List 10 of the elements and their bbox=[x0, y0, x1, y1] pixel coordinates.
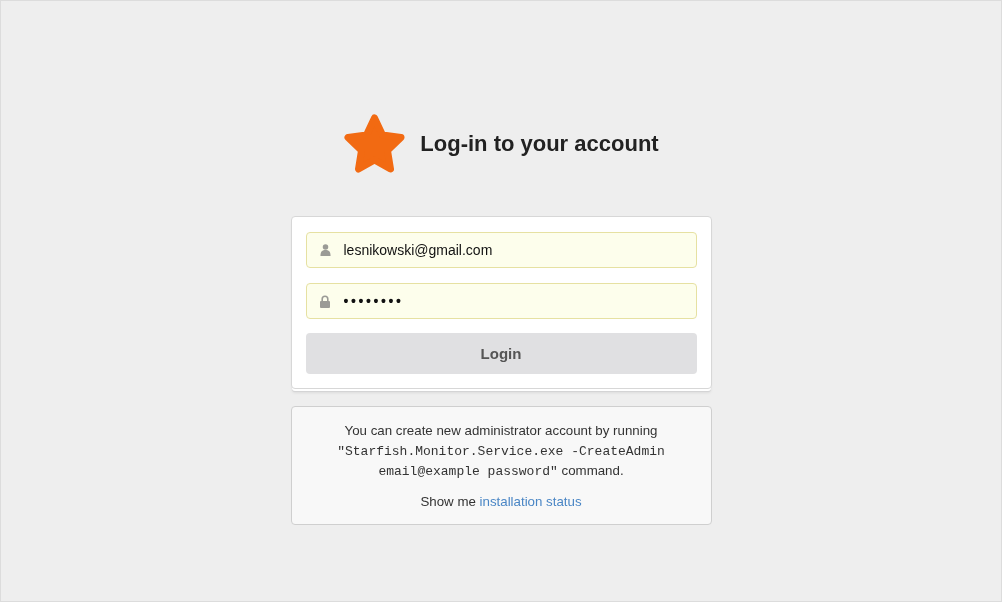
admin-account-instructions: You can create new administrator account by running "Starfish.Monitor.Service.exe -CreateAdmin email@example password" command. bbox=[336, 422, 666, 481]
installation-status-prompt: Show me installation status bbox=[419, 492, 583, 511]
login-button[interactable]: Login bbox=[305, 333, 697, 374]
installation-status-link[interactable]: installation status bbox=[479, 493, 582, 509]
lock-icon bbox=[320, 294, 330, 308]
user-icon bbox=[319, 244, 331, 256]
star-logo-icon bbox=[343, 114, 407, 174]
password-field[interactable]: •••••••• bbox=[305, 283, 697, 319]
page-title: Log-in to your account bbox=[420, 131, 659, 157]
email-field[interactable]: lesnikowski@gmail.com bbox=[305, 232, 697, 268]
